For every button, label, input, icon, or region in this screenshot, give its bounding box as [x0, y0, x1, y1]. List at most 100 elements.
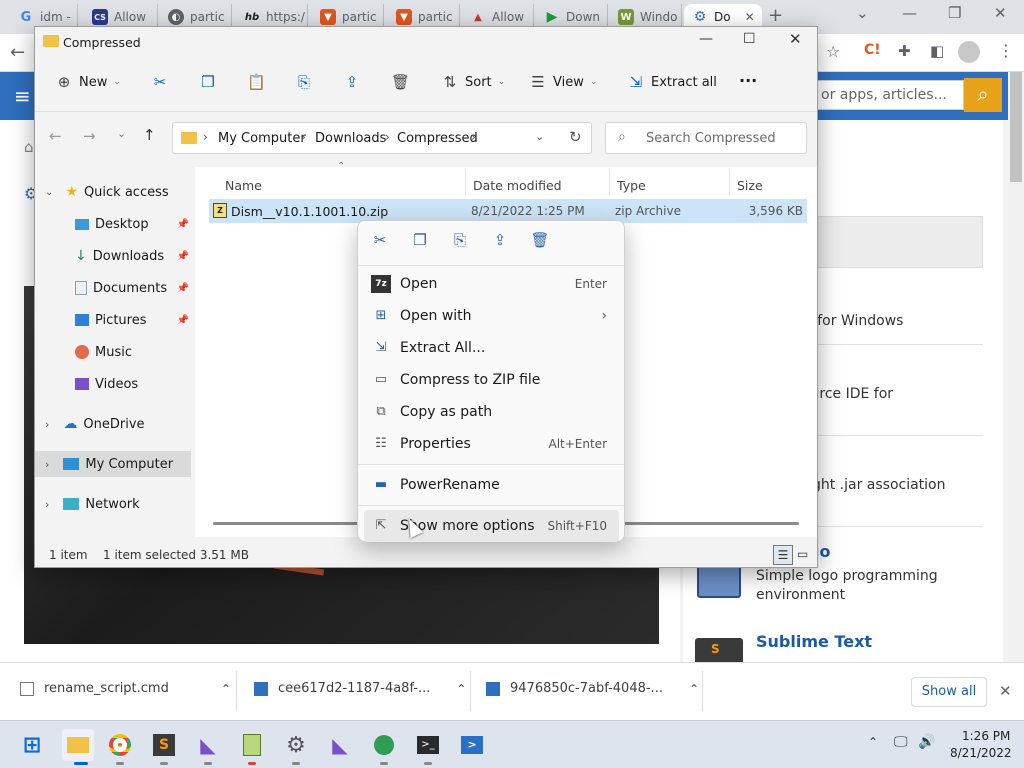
copy-button[interactable]: ❐ — [199, 73, 217, 91]
extract-all-button[interactable]: ⇲ Extract all — [627, 73, 717, 91]
breadcrumb-downloads[interactable]: Downloads — [315, 131, 386, 146]
forward-arrow-icon[interactable]: → — [83, 127, 96, 145]
taskbar-powershell[interactable]: > — [456, 729, 488, 761]
menu-item-extract-all[interactable]: ⇲ Extract All... — [364, 332, 619, 364]
chevron-right-icon[interactable]: › — [471, 130, 476, 144]
column-header-size[interactable]: Size — [737, 178, 763, 193]
taskbar-terminal[interactable]: >_ — [412, 729, 444, 761]
menu-item-open[interactable]: 7z Open Enter — [364, 268, 619, 300]
back-arrow-icon[interactable]: ← — [10, 42, 25, 63]
column-header-date[interactable]: Date modified — [473, 178, 562, 193]
close-shelf-icon[interactable]: ✕ — [999, 682, 1012, 700]
sort-button[interactable]: ⇅ Sort ⌄ — [441, 73, 506, 91]
chevron-up-icon[interactable]: ⌃ — [868, 735, 878, 749]
clock-time[interactable]: 1:26 PM — [962, 729, 1010, 743]
address-bar[interactable]: › My Computer › Downloads › Compressed ›… — [172, 122, 592, 154]
close-button[interactable]: ✕ — [789, 30, 802, 48]
rename-button[interactable]: ⎘ — [295, 73, 313, 91]
share-button[interactable]: ⇪ — [343, 73, 361, 91]
nav-documents[interactable]: Documents 📌 — [35, 275, 191, 301]
taskbar-visual-studio[interactable]: ◣ — [192, 729, 224, 761]
profile-avatar[interactable] — [958, 41, 980, 63]
show-all-button[interactable]: Show all — [911, 677, 987, 707]
star-bookmark-icon[interactable]: ☆ — [826, 42, 840, 61]
new-button[interactable]: ⊕ New ⌄ — [55, 73, 121, 91]
volume-icon[interactable]: 🔊 — [918, 734, 935, 750]
delete-icon[interactable]: 🗑 — [528, 231, 552, 253]
page-scrollbar-thumb[interactable] — [1010, 72, 1022, 182]
start-button[interactable]: ⊞ — [16, 729, 48, 761]
site-search-button[interactable]: ⌕ — [964, 78, 1002, 112]
clock-date[interactable]: 8/21/2022 — [950, 746, 1012, 760]
tab-search-icon[interactable]: ⌄ — [856, 4, 869, 22]
paste-button[interactable]: 📋 — [247, 73, 266, 91]
view-button[interactable]: ☰ View ⌄ — [529, 73, 597, 91]
chevron-right-icon[interactable]: › — [301, 130, 306, 144]
nav-music[interactable]: Music — [35, 339, 191, 365]
menu-item-show-more-options[interactable]: ⇱ Show more options Shift+F10 — [364, 510, 619, 542]
rename-icon[interactable]: ⎘ — [448, 231, 472, 253]
minimize-button[interactable]: — — [699, 31, 713, 47]
copy-icon[interactable]: ❐ — [408, 231, 432, 253]
menu-item-open-with[interactable]: ⊞ Open with › — [364, 300, 619, 332]
home-icon[interactable]: ⌂ — [24, 138, 34, 156]
chevron-up-icon[interactable]: ⌃ — [221, 682, 231, 696]
app-title[interactable]: Sublime Text — [756, 632, 872, 651]
nav-desktop[interactable]: Desktop 📌 — [35, 211, 191, 237]
column-header-name[interactable]: Name — [225, 178, 262, 193]
new-tab-button[interactable]: + — [768, 5, 783, 26]
site-search-input[interactable]: or apps, articles... — [812, 80, 964, 110]
chevron-down-icon[interactable]: ⌄ — [45, 187, 53, 198]
chevron-right-icon[interactable]: › — [45, 458, 49, 471]
breadcrumb-compressed[interactable]: Compressed — [397, 131, 478, 146]
chevron-right-icon[interactable]: › — [203, 130, 208, 144]
file-name[interactable]: Dism__v10.1.1001.10.zip — [231, 204, 388, 219]
chevron-right-icon[interactable]: › — [385, 130, 390, 144]
minimize-browser-button[interactable]: — — [902, 4, 917, 22]
taskbar-chrome[interactable] — [104, 729, 136, 761]
cut-icon[interactable]: ✂ — [368, 231, 392, 253]
taskbar-sublime[interactable]: S — [148, 729, 180, 761]
hamburger-menu-icon[interactable]: ≡ — [14, 84, 31, 108]
chevron-right-icon[interactable]: › — [45, 418, 49, 431]
nav-network[interactable]: › Network — [35, 491, 191, 517]
share-icon[interactable]: ⇪ — [488, 231, 512, 253]
chevron-down-icon[interactable]: ⌄ — [535, 130, 544, 143]
nav-onedrive[interactable]: › ☁ OneDrive — [35, 411, 191, 437]
puzzle-extensions-icon[interactable]: ✚ — [898, 42, 911, 60]
menu-item-powerrename[interactable]: ▬ PowerRename — [364, 469, 619, 501]
nav-quick-access[interactable]: ⌄ ★ Quick access — [35, 179, 191, 205]
close-browser-button[interactable]: ✕ — [994, 4, 1007, 22]
close-tab-icon[interactable]: ✕ — [745, 10, 755, 24]
up-arrow-icon[interactable]: ↑ — [143, 126, 156, 144]
menu-item-compress-zip[interactable]: ▭ Compress to ZIP file — [364, 364, 619, 396]
breadcrumb-my-computer[interactable]: My Computer — [218, 131, 306, 146]
taskbar-notepad-plus[interactable] — [236, 729, 268, 761]
taskbar-file-explorer[interactable] — [62, 729, 94, 761]
network-icon[interactable]: 🖵 — [894, 734, 908, 750]
chevron-up-icon[interactable]: ⌃ — [689, 682, 699, 696]
back-arrow-icon[interactable]: ← — [49, 127, 62, 145]
menu-item-properties[interactable]: ☷ Properties Alt+Enter — [364, 428, 619, 460]
download-item[interactable]: cee617d2-1187-4a8f-... ⌃ — [254, 681, 466, 696]
more-options-button[interactable]: ··· — [739, 71, 757, 90]
nav-pictures[interactable]: Pictures 📌 — [35, 307, 191, 333]
menu-dots-icon[interactable]: ⋮ — [998, 41, 1014, 60]
cut-button[interactable]: ✂ — [151, 73, 169, 91]
details-view-icon[interactable]: ☰ — [773, 545, 793, 565]
download-item[interactable]: rename_script.cmd ⌃ — [20, 681, 231, 696]
restore-browser-button[interactable]: ❐ — [948, 4, 961, 22]
taskbar-settings[interactable]: ⚙ — [280, 729, 312, 761]
maximize-button[interactable]: ☐ — [743, 31, 756, 47]
nav-my-computer[interactable]: › My Computer — [35, 451, 191, 477]
column-header-type[interactable]: Type — [617, 178, 646, 193]
nav-downloads[interactable]: ↓ Downloads 📌 — [35, 243, 191, 269]
tiles-view-icon[interactable]: ▭ — [797, 547, 808, 561]
chevron-right-icon[interactable]: › — [45, 498, 49, 511]
extension-icon[interactable]: C! — [864, 42, 881, 58]
recent-locations-icon[interactable]: ⌄ — [117, 127, 126, 140]
refresh-icon[interactable]: ↻ — [569, 128, 582, 146]
taskbar-visual-studio[interactable]: ◣ — [324, 729, 356, 761]
delete-button[interactable]: 🗑 — [391, 73, 410, 91]
download-item[interactable]: 9476850c-7abf-4048-... ⌃ — [486, 681, 699, 696]
